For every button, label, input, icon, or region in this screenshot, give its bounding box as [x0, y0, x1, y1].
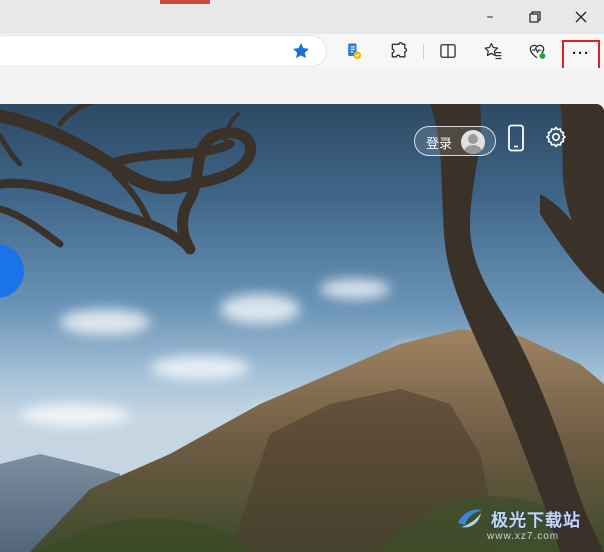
favorite-star-icon[interactable] — [289, 39, 313, 63]
mobile-phone-icon[interactable] — [506, 124, 526, 152]
browser-toolbar: ··· — [0, 34, 604, 75]
background-landscape — [0, 104, 604, 552]
close-button[interactable] — [569, 6, 593, 28]
avatar-icon — [461, 130, 485, 154]
favorites-icon[interactable] — [481, 39, 505, 63]
minimize-button[interactable]: – — [478, 6, 502, 28]
restore-icon — [529, 11, 541, 23]
more-icon: ··· — [572, 45, 590, 62]
extensions-icon[interactable] — [387, 39, 411, 63]
watermark-text: 极光下载站 — [491, 510, 581, 530]
settings-gear-icon[interactable] — [544, 125, 568, 149]
favorites-bar-area — [0, 68, 604, 104]
sign-in-label: 登录 — [426, 136, 453, 151]
new-tab-page: 登录 极光下载站 www.xz7.com — [0, 104, 604, 552]
watermark-url: www.xz7.com — [487, 531, 560, 542]
tab-fragment — [160, 0, 210, 4]
address-bar[interactable] — [0, 36, 326, 66]
restore-button[interactable] — [523, 6, 547, 28]
performance-icon[interactable] — [525, 39, 549, 63]
minimize-icon: – — [486, 9, 494, 25]
title-bar: – — [0, 0, 604, 34]
close-icon — [575, 11, 587, 23]
split-screen-icon[interactable] — [436, 39, 460, 63]
browser-essentials-icon[interactable] — [342, 39, 366, 63]
watermark-logo-icon — [458, 509, 482, 528]
sign-in-button[interactable]: 登录 — [414, 126, 496, 156]
toolbar-divider — [423, 44, 424, 59]
